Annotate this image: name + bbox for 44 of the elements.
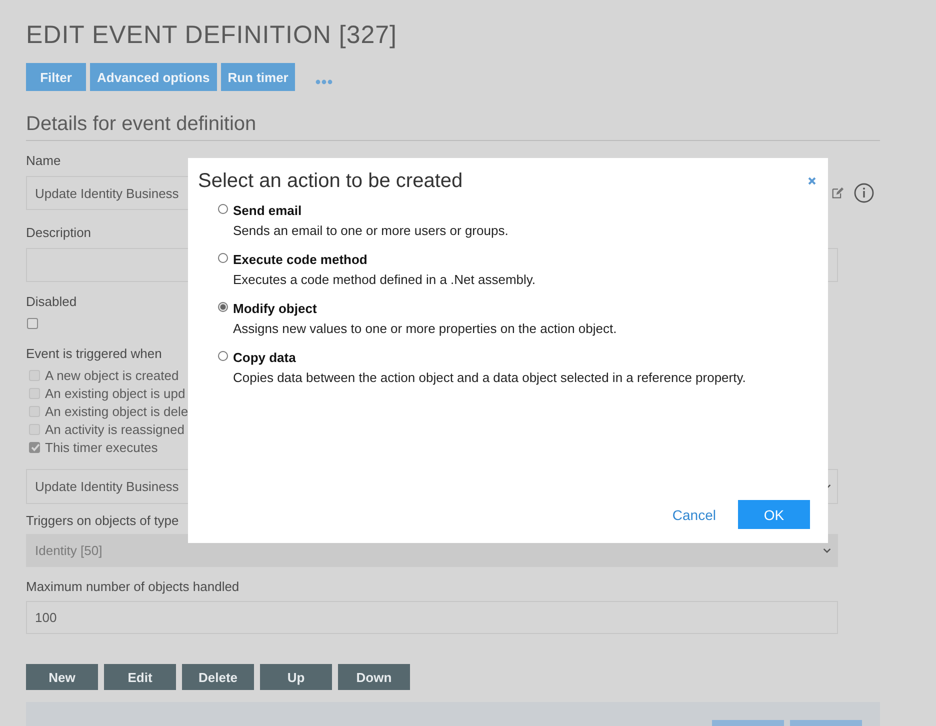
toolbar-button[interactable]: Advanced options [90, 63, 217, 91]
radio-button[interactable] [218, 351, 228, 361]
dialog-title: Select an action to be created [198, 169, 463, 194]
option-description: Assigns new values to one or more properties on the action object. [233, 320, 617, 338]
checkbox[interactable] [27, 318, 38, 329]
field-label: Triggers on objects of type [26, 513, 179, 529]
field-label: Event is triggered when [26, 346, 162, 362]
checkbox-label: An existing object is dele [45, 404, 188, 418]
option-label: Modify object [233, 300, 318, 318]
list-button[interactable]: New [26, 664, 98, 690]
option-description: Sends an email to one or more users or groups. [233, 222, 508, 240]
check-icon [30, 442, 40, 453]
input-field[interactable]: 100 [26, 601, 838, 634]
checkbox[interactable] [29, 442, 40, 452]
checkbox-label: An activity is reassigned [45, 422, 184, 436]
more-icon[interactable] [315, 79, 334, 85]
ok-button[interactable]: OK [738, 500, 810, 529]
cancel-button[interactable]: Cancel [672, 506, 716, 522]
page-title: EDIT EVENT DEFINITION [327] [26, 20, 397, 50]
field-label: Disabled [26, 294, 77, 310]
radio-button[interactable] [218, 302, 228, 312]
field-label: Name [26, 153, 61, 169]
list-button[interactable]: Edit [104, 664, 176, 690]
field-label: Description [26, 225, 92, 241]
option-label: Copy data [233, 349, 297, 367]
checkbox-label: A new object is created [45, 368, 179, 382]
edit-icon [832, 187, 844, 199]
checkbox-label: This timer executes [45, 440, 158, 454]
option-label: Execute code method [233, 251, 368, 269]
checkbox-label: An existing object is upd [45, 386, 186, 400]
option-description: Executes a code method defined in a .Net assembly. [233, 271, 536, 289]
option-description: Copies data between the action object and a data object selected in a reference property. [233, 369, 746, 387]
toolbar-button[interactable]: Filter [26, 63, 86, 91]
list-button[interactable]: Delete [182, 664, 254, 690]
radio-button[interactable] [218, 253, 228, 263]
list-button[interactable]: Down [338, 664, 410, 690]
section-heading: Details for event definition [26, 111, 880, 141]
close-icon[interactable] [808, 177, 816, 185]
list-button[interactable]: Up [260, 664, 332, 690]
option-label: Send email [233, 202, 303, 220]
radio-button[interactable] [218, 204, 228, 214]
chevron-icon [823, 548, 831, 553]
toolbar-button[interactable]: Run timer [220, 63, 296, 91]
field-label: Maximum number of objects handled [26, 579, 240, 595]
